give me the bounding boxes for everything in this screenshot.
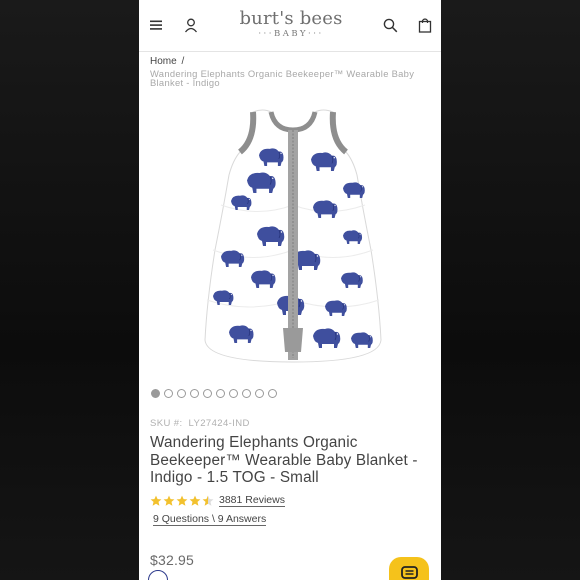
- carousel-dot[interactable]: [268, 389, 277, 398]
- chat-button[interactable]: [389, 557, 429, 580]
- carousel-dot[interactable]: [190, 389, 199, 398]
- breadcrumb-home[interactable]: Home: [150, 56, 177, 67]
- mobile-page: burt's bees ···BABY··· Home / Wandering …: [139, 0, 441, 580]
- carousel-dot[interactable]: [164, 389, 173, 398]
- brand-sub: ···BABY···: [258, 29, 324, 39]
- sku-value: LY27424-IND: [188, 418, 250, 429]
- chat-icon: [400, 566, 418, 579]
- reviews-link[interactable]: 3881 Reviews: [219, 494, 285, 507]
- carousel-dot[interactable]: [242, 389, 251, 398]
- product-image[interactable]: [193, 100, 393, 375]
- carousel-dot[interactable]: [216, 389, 225, 398]
- price: $32.95: [150, 552, 195, 568]
- rating-row: 3881 Reviews: [150, 494, 285, 507]
- carousel-dot[interactable]: [151, 389, 160, 398]
- breadcrumb-separator: /: [181, 56, 185, 67]
- star-icon: [176, 495, 188, 506]
- image-carousel-dots: [151, 389, 277, 398]
- carousel-dot[interactable]: [255, 389, 264, 398]
- carousel-dot[interactable]: [177, 389, 186, 398]
- questions-answers-link[interactable]: 9 Questions \ 9 Answers: [153, 513, 267, 526]
- sku-label: SKU #:: [150, 418, 183, 429]
- bag-icon[interactable]: [414, 14, 436, 36]
- brand-name: burt's bees: [239, 8, 343, 29]
- menu-icon[interactable]: [145, 14, 167, 36]
- carousel-dot[interactable]: [229, 389, 238, 398]
- product-title: Wandering Elephants Organic Beekeeper™ W…: [150, 434, 418, 486]
- star-rating[interactable]: [150, 495, 214, 507]
- search-icon[interactable]: [379, 14, 401, 36]
- swatch-badge[interactable]: [148, 570, 168, 580]
- site-header: burt's bees ···BABY···: [139, 0, 441, 52]
- blurred-background-right: [441, 0, 580, 580]
- breadcrumb-current: Wandering Elephants Organic Beekeeper™ W…: [150, 68, 415, 88]
- account-icon[interactable]: [180, 14, 202, 36]
- star-icon: [150, 495, 162, 506]
- sku: SKU #: LY27424-IND: [150, 418, 250, 429]
- star-icon: [189, 495, 201, 506]
- breadcrumb: Home / Wandering Elephants Organic Beeke…: [150, 56, 435, 88]
- carousel-dot[interactable]: [203, 389, 212, 398]
- star-icon: [163, 495, 175, 506]
- star-icon: [202, 495, 214, 506]
- brand-logo[interactable]: burt's bees ···BABY···: [239, 9, 343, 40]
- blurred-background-left: [0, 0, 139, 580]
